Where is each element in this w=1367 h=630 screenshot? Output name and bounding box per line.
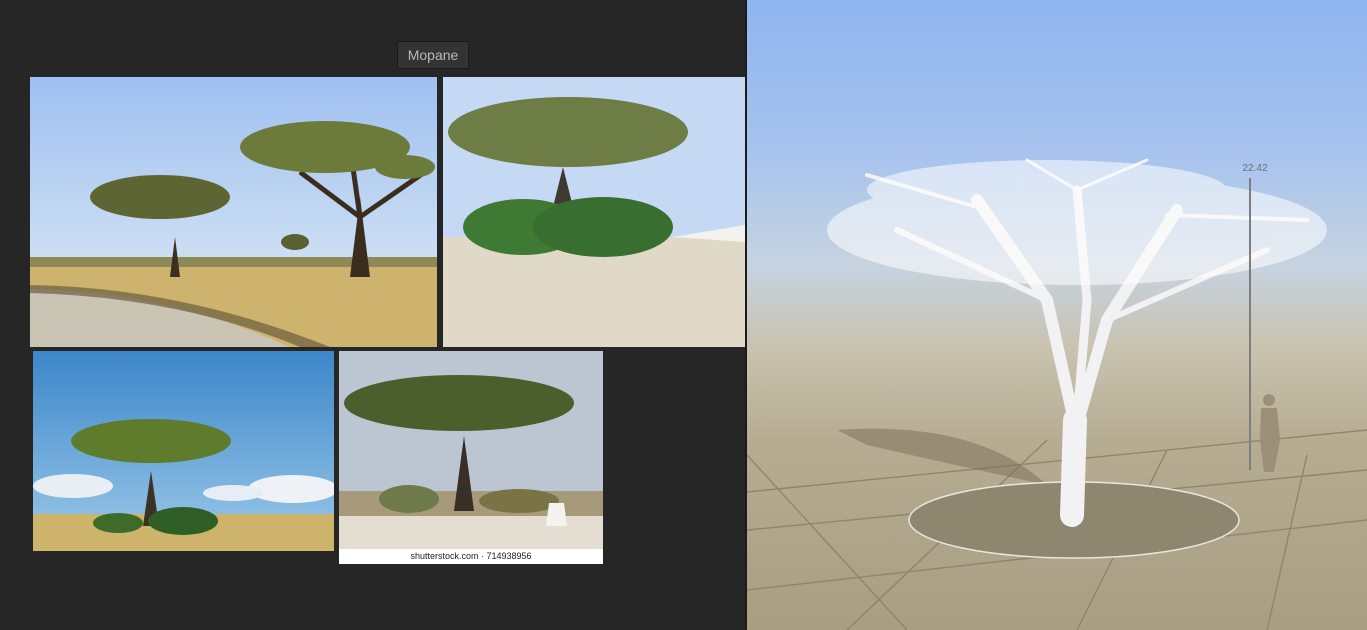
reference-photo-3[interactable] — [33, 351, 334, 551]
tree-canopy — [827, 160, 1327, 285]
reference-photo-4[interactable]: shutterstock.com · 714938956 — [339, 351, 603, 564]
reference-photo-2[interactable] — [443, 77, 745, 347]
photo-caption: shutterstock.com · 714938956 — [339, 549, 603, 564]
board-title-label[interactable]: Mopane — [397, 41, 469, 69]
height-readout: 22.42 — [1242, 163, 1268, 174]
reference-photo-1[interactable] — [30, 77, 437, 347]
reference-board: Mopane shutterstock.com · 714938956 — [0, 0, 746, 630]
3d-viewport[interactable]: 22.42 — [747, 0, 1367, 630]
tree-shadow — [837, 428, 1047, 485]
human-scale-figure — [1260, 394, 1280, 472]
